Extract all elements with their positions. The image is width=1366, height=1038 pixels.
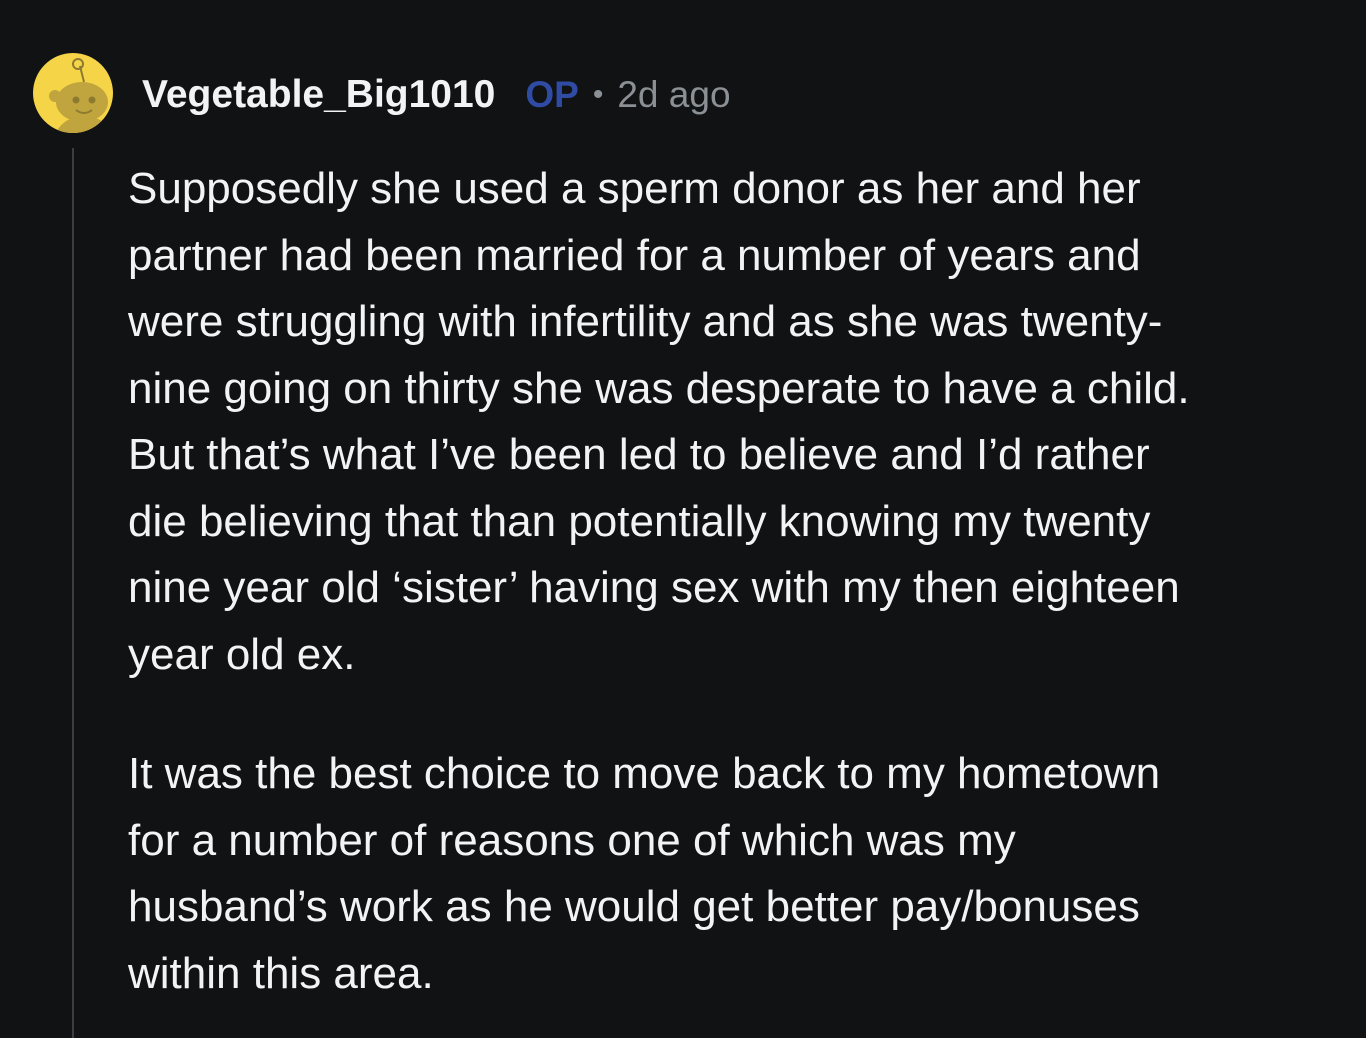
comment: Vegetable_Big1010 OP • 2d ago Supposedly… xyxy=(0,0,1366,1038)
comment-timestamp[interactable]: 2d ago xyxy=(617,74,730,116)
op-badge: OP xyxy=(525,74,579,115)
avatar[interactable] xyxy=(32,40,114,146)
reddit-snoo-avatar-icon xyxy=(33,53,113,133)
username-link[interactable]: Vegetable_Big1010 xyxy=(142,73,495,117)
comment-body: Supposedly she used a sperm donor as her… xyxy=(128,156,1338,1007)
thread-collapse-line[interactable] xyxy=(72,148,74,1038)
meta-separator: • xyxy=(592,78,604,111)
comment-paragraph-2: It was the best choice to move back to m… xyxy=(128,749,1161,998)
comment-paragraph-1: Supposedly she used a sperm donor as her… xyxy=(128,164,1190,679)
comment-meta: Vegetable_Big1010 OP • 2d ago xyxy=(142,70,731,120)
